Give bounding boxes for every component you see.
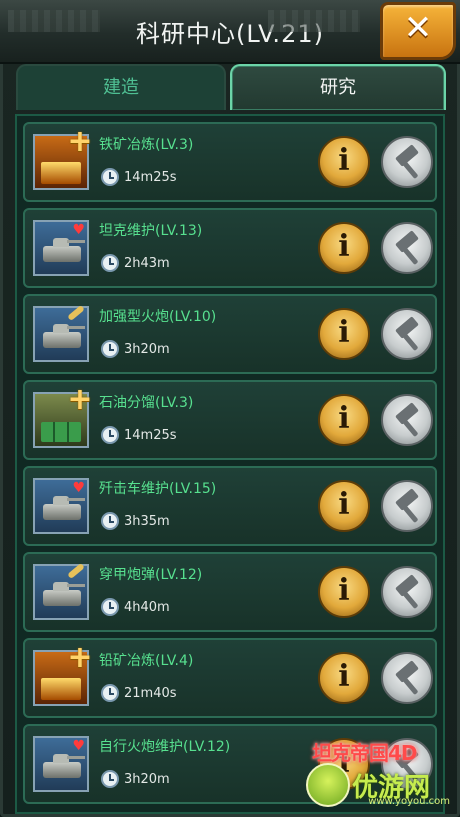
research-row: 穿甲炮弹(LV.12) 4h40m i: [23, 552, 437, 632]
title-bar: 科研中心(LV.21) ✕: [0, 0, 460, 64]
enhanced-cannon-icon: [33, 304, 89, 362]
info-button[interactable]: i: [318, 136, 370, 188]
tank-repair-icon: ♥: [33, 220, 89, 276]
research-row: + 石油分馏(LV.3) 14m25s i: [23, 380, 437, 460]
research-time: 14m25s: [124, 170, 177, 185]
clock-icon: [101, 254, 119, 272]
info-button[interactable]: i: [318, 566, 370, 618]
research-row: + 铅矿冶炼(LV.4) 21m40s i: [23, 638, 437, 718]
research-row: ♥ 坦克维护(LV.13) 2h43m i: [23, 208, 437, 288]
research-name: 加强型火炮(LV.10): [99, 309, 217, 325]
hammer-button[interactable]: [381, 652, 433, 704]
watermark-url: www.yoyou.com: [368, 796, 450, 807]
hammer-button[interactable]: [381, 222, 433, 274]
clock-icon: [101, 684, 119, 702]
research-name: 石油分馏(LV.3): [99, 395, 194, 411]
clock-icon: [101, 770, 119, 788]
close-button[interactable]: ✕: [380, 2, 456, 60]
hammer-button[interactable]: [381, 566, 433, 618]
info-button[interactable]: i: [318, 652, 370, 704]
close-icon: ✕: [403, 8, 433, 48]
hammer-button[interactable]: [381, 136, 433, 188]
watermark-logo-icon: [306, 763, 350, 807]
research-time: 21m40s: [124, 686, 177, 701]
armor-piercing-shell-icon: [33, 562, 89, 620]
info-button[interactable]: i: [318, 394, 370, 446]
research-name: 铁矿冶炼(LV.3): [99, 137, 194, 153]
research-time: 3h20m: [124, 772, 170, 787]
hammer-button[interactable]: [381, 394, 433, 446]
research-time: 3h20m: [124, 342, 170, 357]
watermark-title: 坦克帝国4D: [312, 741, 418, 765]
destroyer-repair-icon: ♥: [33, 478, 89, 534]
info-button[interactable]: i: [318, 308, 370, 360]
research-time: 4h40m: [124, 600, 170, 615]
research-time: 2h43m: [124, 256, 170, 271]
research-name: 穿甲炮弹(LV.12): [99, 567, 203, 583]
tab-build[interactable]: 建造: [16, 64, 226, 110]
clock-icon: [101, 426, 119, 444]
research-time: 3h35m: [124, 514, 170, 529]
info-button[interactable]: i: [318, 222, 370, 274]
research-list[interactable]: + 铁矿冶炼(LV.3) 14m25s i ♥ 坦克维护(LV.13) 2h43…: [15, 114, 445, 814]
clock-icon: [101, 168, 119, 186]
research-name: 歼击车维护(LV.15): [99, 481, 217, 497]
hammer-button[interactable]: [381, 308, 433, 360]
hammer-button[interactable]: [381, 480, 433, 532]
spg-repair-icon: ♥: [33, 736, 89, 792]
clock-icon: [101, 598, 119, 616]
research-name: 坦克维护(LV.13): [99, 223, 203, 239]
oil-fractionation-icon: +: [33, 385, 93, 448]
research-row: + 铁矿冶炼(LV.3) 14m25s i: [23, 122, 437, 202]
lead-smelting-icon: +: [33, 643, 93, 706]
research-name: 铅矿冶炼(LV.4): [99, 653, 194, 669]
tab-bar: 建造 研究: [16, 62, 446, 112]
clock-icon: [101, 340, 119, 358]
research-name: 自行火炮维护(LV.12): [99, 739, 231, 755]
research-row: 加强型火炮(LV.10) 3h20m i: [23, 294, 437, 374]
tab-research[interactable]: 研究: [230, 64, 446, 110]
clock-icon: [101, 512, 119, 530]
info-button[interactable]: i: [318, 480, 370, 532]
watermark: 坦克帝国4D 优游网 www.yoyou.com: [306, 733, 456, 809]
iron-smelting-icon: +: [33, 127, 93, 190]
research-time: 14m25s: [124, 428, 177, 443]
research-row: ♥ 歼击车维护(LV.15) 3h35m i: [23, 466, 437, 546]
